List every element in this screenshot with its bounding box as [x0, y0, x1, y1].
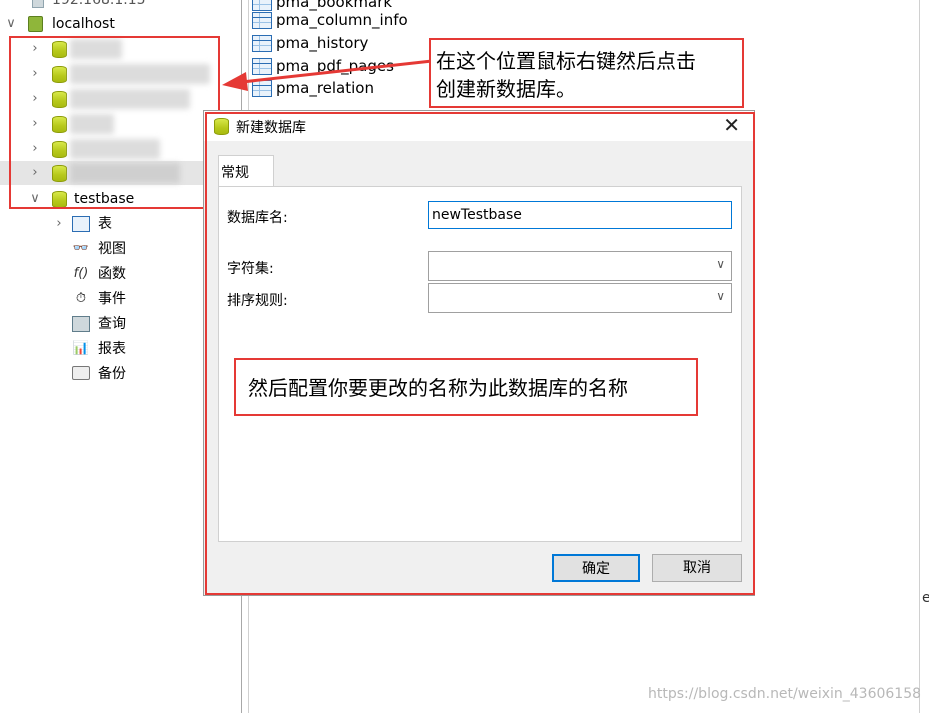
annotation-text-line1: 在这个位置鼠标右键然后点击 — [436, 49, 696, 73]
annotation-text-line2: 创建新数据库。 — [436, 77, 576, 101]
watermark: https://blog.csdn.net/weixin_43606158 — [648, 686, 922, 702]
localhost-label: localhost — [52, 16, 115, 32]
event-icon: ⏱ — [75, 291, 87, 306]
annotation-callout-middle: 然后配置你要更改的名称为此数据库的名称 — [234, 358, 698, 416]
annotation-box-dialog — [205, 112, 755, 595]
server-icon — [32, 0, 44, 8]
view-icon: 👓 — [72, 241, 90, 256]
table-icon — [252, 0, 272, 11]
annotation-arrow-icon — [222, 59, 433, 91]
connection-ip-label: 192.168.1.15 — [52, 0, 146, 8]
annotation-text-middle: 然后配置你要更改的名称为此数据库的名称 — [248, 376, 628, 400]
report-icon: 📊 — [72, 341, 90, 356]
chevron-down-icon[interactable]: ∨ — [4, 12, 18, 36]
object-label: 视图 — [98, 241, 126, 257]
annotation-box-databases — [9, 36, 220, 209]
connection-icon — [28, 16, 43, 32]
right-edge-glyph: e — [922, 590, 929, 606]
object-label: 查询 — [98, 316, 126, 332]
table-icon — [252, 35, 272, 52]
object-label: 表 — [98, 216, 112, 232]
backup-icon — [72, 366, 90, 380]
right-edge-line — [919, 0, 920, 713]
table-name: pma_column_info — [276, 11, 408, 29]
chevron-right-icon[interactable]: › — [52, 212, 66, 236]
query-icon — [72, 316, 90, 332]
table-icon — [72, 216, 90, 232]
object-label: 报表 — [98, 341, 126, 357]
table-name: pma_history — [276, 34, 369, 52]
object-label: 事件 — [98, 291, 126, 307]
table-icon — [252, 12, 272, 29]
object-label: 函数 — [98, 266, 126, 282]
annotation-callout-top: 在这个位置鼠标右键然后点击 创建新数据库。 — [429, 38, 744, 108]
function-icon: f() — [73, 266, 89, 281]
object-label: 备份 — [98, 366, 126, 382]
